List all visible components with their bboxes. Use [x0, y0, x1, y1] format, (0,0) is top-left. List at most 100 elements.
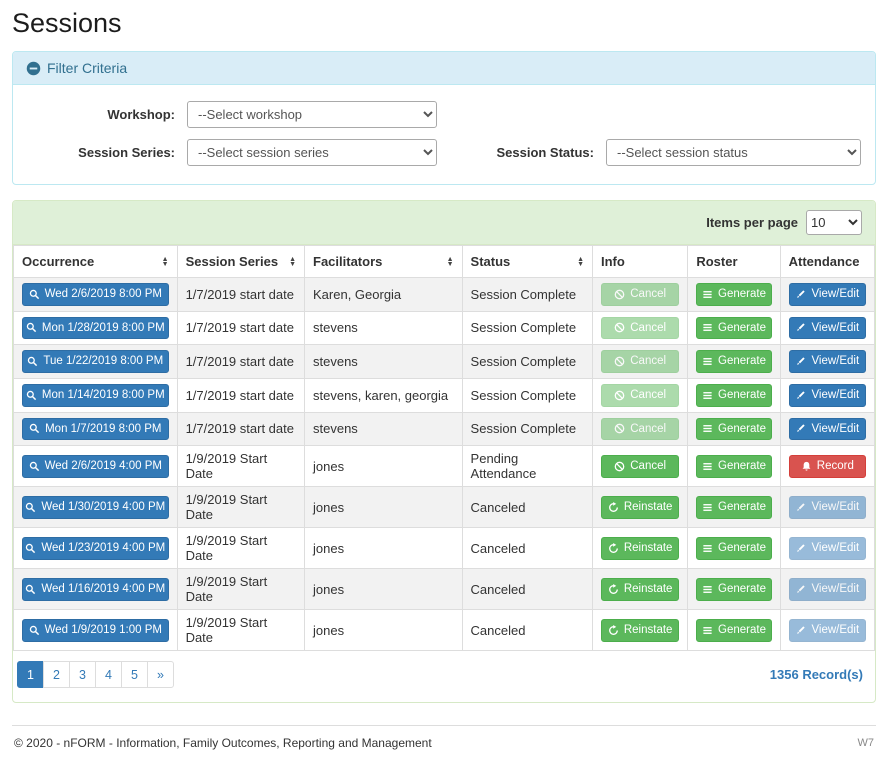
generate-button[interactable]: Generate	[696, 578, 771, 601]
pagination-next-button[interactable]: »	[147, 661, 174, 688]
session-row: Wed 1/16/2019 4:00 PM1/9/2019 Start Date…	[14, 569, 875, 610]
sort-icon[interactable]: ▲▼	[577, 257, 584, 267]
occurrence-button-label: Wed 1/30/2019 4:00 PM	[41, 501, 165, 514]
session-status-select[interactable]: --Select session status	[606, 139, 861, 166]
filter-panel-body: Workshop: --Select workshop Session Seri…	[13, 85, 875, 184]
generate-button[interactable]: Generate	[696, 418, 771, 441]
table-footer: 12345» 1356 Record(s)	[13, 651, 875, 702]
search-icon	[25, 584, 36, 595]
session-series-cell: 1/7/2019 start date	[186, 287, 294, 302]
occurrence-button[interactable]: Mon 1/7/2019 8:00 PM	[22, 418, 169, 441]
page-button-4[interactable]: 4	[95, 661, 122, 688]
session-series-cell: 1/9/2019 Start Date	[186, 451, 268, 481]
page-button-2[interactable]: 2	[43, 661, 70, 688]
ban-icon	[614, 390, 625, 401]
generate-button-label: Generate	[718, 583, 766, 596]
view-edit-button[interactable]: View/Edit	[789, 283, 866, 306]
cancel-button: Cancel	[601, 418, 679, 441]
workshop-select[interactable]: --Select workshop	[187, 101, 437, 128]
column-label: Roster	[696, 254, 737, 269]
bars-icon	[702, 584, 713, 595]
occurrence-button[interactable]: Wed 2/6/2019 4:00 PM	[22, 455, 169, 478]
facilitators-cell: stevens	[313, 421, 358, 436]
cancel-button-label: Cancel	[630, 423, 666, 436]
search-icon	[25, 543, 36, 554]
reinstate-button[interactable]: Reinstate	[601, 619, 679, 642]
pencil-icon	[795, 289, 806, 300]
pencil-icon	[795, 502, 806, 513]
view-edit-button[interactable]: View/Edit	[789, 418, 866, 441]
items-per-page-select[interactable]: 10	[806, 210, 862, 235]
footer-copyright: © 2020 - nFORM - Information, Family Out…	[14, 736, 432, 750]
session-status-label: Session Status:	[437, 145, 606, 160]
occurrence-button[interactable]: Wed 1/30/2019 4:00 PM	[22, 496, 169, 519]
page-button-1[interactable]: 1	[17, 661, 44, 688]
session-series-select[interactable]: --Select session series	[187, 139, 437, 166]
session-series-cell: 1/7/2019 start date	[186, 421, 294, 436]
occurrence-button[interactable]: Wed 2/6/2019 8:00 PM	[22, 283, 169, 306]
bell-icon	[801, 461, 812, 472]
bars-icon	[702, 390, 713, 401]
facilitators-cell: jones	[313, 500, 344, 515]
generate-button[interactable]: Generate	[696, 384, 771, 407]
page-title: Sessions	[12, 8, 876, 39]
generate-button[interactable]: Generate	[696, 537, 771, 560]
generate-button-label: Generate	[718, 624, 766, 637]
occurrence-button[interactable]: Mon 1/14/2019 8:00 PM	[22, 384, 169, 407]
cancel-button: Cancel	[601, 384, 679, 407]
occurrence-button[interactable]: Wed 1/16/2019 4:00 PM	[22, 578, 169, 601]
generate-button[interactable]: Generate	[696, 350, 771, 373]
view-edit-button-label: View/Edit	[811, 423, 859, 436]
column-header-status[interactable]: Status▲▼	[462, 246, 592, 278]
collapse-minus-icon[interactable]	[26, 61, 41, 76]
occurrence-button[interactable]: Tue 1/22/2019 8:00 PM	[22, 350, 169, 373]
reinstate-button-label: Reinstate	[624, 624, 673, 637]
reinstate-button[interactable]: Reinstate	[601, 496, 679, 519]
view-edit-button[interactable]: View/Edit	[789, 317, 866, 340]
generate-button[interactable]: Generate	[696, 455, 771, 478]
record-button[interactable]: Record	[789, 455, 866, 478]
view-edit-button: View/Edit	[789, 578, 866, 601]
occurrence-button[interactable]: Wed 1/9/2019 1:00 PM	[22, 619, 169, 642]
generate-button[interactable]: Generate	[696, 283, 771, 306]
facilitators-cell: Karen, Georgia	[313, 287, 401, 302]
reinstate-button[interactable]: Reinstate	[601, 537, 679, 560]
sort-icon[interactable]: ▲▼	[162, 257, 169, 267]
filter-panel-header[interactable]: Filter Criteria	[13, 52, 875, 85]
status-cell: Canceled	[471, 623, 526, 638]
cancel-button-label: Cancel	[630, 355, 666, 368]
cancel-button: Cancel	[601, 283, 679, 306]
view-edit-button[interactable]: View/Edit	[789, 384, 866, 407]
view-edit-button-label: View/Edit	[811, 288, 859, 301]
column-header-occurrence[interactable]: Occurrence▲▼	[14, 246, 178, 278]
bars-icon	[702, 322, 713, 333]
generate-button[interactable]: Generate	[696, 317, 771, 340]
reinstate-button[interactable]: Reinstate	[601, 578, 679, 601]
sort-icon[interactable]: ▲▼	[447, 257, 454, 267]
bars-icon	[702, 356, 713, 367]
generate-button[interactable]: Generate	[696, 496, 771, 519]
column-label: Session Series	[186, 254, 279, 269]
sessions-table: Occurrence▲▼Session Series▲▼Facilitators…	[13, 245, 875, 651]
status-cell: Session Complete	[471, 388, 577, 403]
sort-icon[interactable]: ▲▼	[289, 257, 296, 267]
generate-button-label: Generate	[718, 542, 766, 555]
view-edit-button-label: View/Edit	[811, 583, 859, 596]
session-series-cell: 1/7/2019 start date	[186, 320, 294, 335]
cancel-button[interactable]: Cancel	[601, 455, 679, 478]
column-header-facilitators[interactable]: Facilitators▲▼	[305, 246, 463, 278]
occurrence-button[interactable]: Wed 1/23/2019 4:00 PM	[22, 537, 169, 560]
occurrence-button[interactable]: Mon 1/28/2019 8:00 PM	[22, 317, 169, 340]
view-edit-button[interactable]: View/Edit	[789, 350, 866, 373]
view-edit-button: View/Edit	[789, 496, 866, 519]
generate-button-label: Generate	[718, 322, 766, 335]
column-header-session-series[interactable]: Session Series ▲▼	[177, 246, 304, 278]
view-edit-button: View/Edit	[789, 537, 866, 560]
page-button-5[interactable]: 5	[121, 661, 148, 688]
page-button-3[interactable]: 3	[69, 661, 96, 688]
sessions-panel-header: Items per page 10	[13, 201, 875, 245]
status-cell: Canceled	[471, 541, 526, 556]
generate-button[interactable]: Generate	[696, 619, 771, 642]
facilitators-cell: jones	[313, 541, 344, 556]
session-row: Mon 1/14/2019 8:00 PM1/7/2019 start date…	[14, 378, 875, 412]
